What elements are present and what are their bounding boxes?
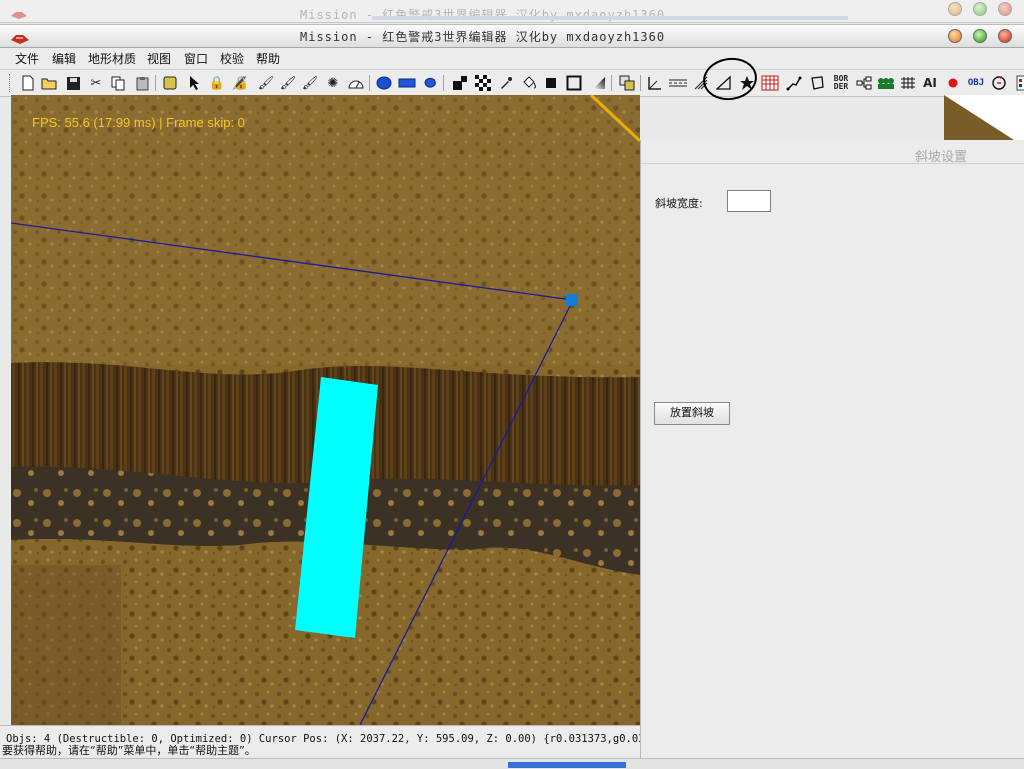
menu-terrain-material[interactable]: 地形材质 bbox=[86, 50, 138, 67]
refresh-icon[interactable] bbox=[989, 73, 1009, 93]
menu-validate[interactable]: 校验 bbox=[218, 50, 246, 67]
brush-check-icon[interactable]: 🖌 bbox=[300, 73, 320, 93]
background-window-titlebar: Mission - 红色警戒3世界编辑器 汉化by mxdaoyzh1360 bbox=[0, 0, 1024, 23]
terrain-viewport[interactable]: FPS: 55.6 (17.99 ms) | Frame skip: 0 bbox=[11, 95, 640, 725]
fill-bucket-icon[interactable] bbox=[519, 73, 539, 93]
toolbar-separator bbox=[611, 75, 612, 91]
menu-help[interactable]: 帮助 bbox=[254, 50, 282, 67]
road-icon[interactable] bbox=[668, 73, 688, 93]
minimize-icon[interactable] bbox=[948, 29, 962, 43]
viewport-corner bbox=[944, 95, 1024, 140]
crowd-icon[interactable] bbox=[876, 73, 896, 93]
select-arrow-icon[interactable] bbox=[185, 73, 205, 93]
toolbar-grip[interactable] bbox=[9, 74, 13, 92]
open-folder-icon[interactable] bbox=[40, 73, 60, 93]
background-minimize-icon bbox=[948, 2, 962, 16]
brush-plus-icon[interactable]: 🖌 bbox=[278, 73, 298, 93]
gauge-icon[interactable] bbox=[346, 73, 366, 93]
copy-icon[interactable] bbox=[108, 73, 128, 93]
polygon-icon[interactable] bbox=[807, 73, 827, 93]
gradient-icon[interactable] bbox=[589, 73, 609, 93]
menu-edit[interactable]: 编辑 bbox=[50, 50, 78, 67]
background-window-title: Mission - 红色警戒3世界编辑器 汉化by mxdaoyzh1360 bbox=[300, 8, 666, 22]
panel-title: 斜坡设置 bbox=[914, 150, 967, 165]
grid-icon[interactable] bbox=[898, 73, 918, 93]
background-close-icon bbox=[998, 2, 1012, 16]
background-maximize-icon bbox=[973, 2, 987, 16]
outline-square-icon[interactable] bbox=[564, 73, 584, 93]
maximize-icon[interactable] bbox=[973, 29, 987, 43]
border-label[interactable]: BOR DER bbox=[830, 73, 852, 93]
help-line: 要获得帮助，请在“帮助”菜单中，单击“帮助主题”。 bbox=[0, 742, 640, 756]
ramp-width-label: 斜坡宽度: bbox=[655, 197, 703, 210]
new-file-icon[interactable] bbox=[18, 73, 38, 93]
axis-icon[interactable] bbox=[645, 73, 665, 93]
menubar: 文件 编辑 地形材质 视图 窗口 校验 帮助 bbox=[0, 48, 1024, 68]
red-dot-icon[interactable] bbox=[943, 73, 963, 93]
lock-multi-icon[interactable]: 🔏 bbox=[230, 73, 250, 93]
menu-window[interactable]: 窗口 bbox=[182, 50, 210, 67]
background-window-stripe bbox=[372, 16, 848, 20]
lock-icon[interactable]: 🔒 bbox=[207, 73, 227, 93]
palette-icon[interactable] bbox=[1012, 73, 1024, 93]
paste-icon[interactable] bbox=[132, 73, 152, 93]
menu-file[interactable]: 文件 bbox=[13, 50, 41, 67]
copy-layers-icon[interactable] bbox=[617, 73, 637, 93]
water-blob-icon[interactable] bbox=[420, 73, 440, 93]
terrain-scene bbox=[11, 95, 640, 725]
brush-icon[interactable]: 🖌 bbox=[256, 73, 276, 93]
ramp-width-input[interactable] bbox=[727, 190, 771, 212]
toolbar-separator bbox=[369, 75, 370, 91]
save-icon[interactable] bbox=[63, 73, 83, 93]
place-ramp-button[interactable]: 放置斜坡 bbox=[654, 402, 730, 425]
small-black-square-icon[interactable] bbox=[541, 73, 561, 93]
fence-icon[interactable] bbox=[760, 73, 780, 93]
water-rect-icon[interactable] bbox=[397, 73, 417, 93]
panel-title-bar[interactable]: 斜坡设置 bbox=[641, 143, 1024, 165]
titlebar[interactable]: Mission - 红色警戒3世界编辑器 汉化by mxdaoyzh1360 bbox=[0, 24, 1024, 48]
waypoint-icon[interactable] bbox=[784, 73, 804, 93]
app-icon bbox=[10, 5, 28, 19]
close-icon[interactable] bbox=[998, 29, 1012, 43]
checker-icon[interactable] bbox=[473, 73, 493, 93]
water-icon[interactable] bbox=[374, 73, 394, 93]
app-icon[interactable] bbox=[10, 30, 30, 44]
taskbar-active-item[interactable] bbox=[508, 762, 626, 768]
object-list-icon[interactable] bbox=[160, 73, 180, 93]
ramp-settings-panel: 斜坡设置 斜坡宽度: 放置斜坡 bbox=[640, 140, 1024, 768]
menu-view[interactable]: 视图 bbox=[145, 50, 173, 67]
toolbar-separator bbox=[155, 75, 156, 91]
window-title: Mission - 红色警戒3世界编辑器 汉化by mxdaoyzh1360 bbox=[300, 30, 666, 44]
cut-icon[interactable]: ✂ bbox=[86, 73, 106, 93]
toolbar: ✂ 🔒 🔏 🖌 🖌 🖌 ✺ BOR DER AI OBJ bbox=[0, 69, 1024, 97]
eyedropper-icon[interactable] bbox=[496, 73, 516, 93]
toolbar-separator bbox=[640, 75, 641, 91]
obj-label[interactable]: OBJ bbox=[966, 73, 986, 93]
explosion-icon[interactable]: ✺ bbox=[323, 73, 343, 93]
black-square-icon[interactable] bbox=[450, 73, 470, 93]
ai-label[interactable]: AI bbox=[920, 73, 940, 93]
network-icon[interactable] bbox=[854, 73, 874, 93]
toolbar-separator bbox=[443, 75, 444, 91]
fps-counter: FPS: 55.6 (17.99 ms) | Frame skip: 0 bbox=[32, 115, 245, 130]
help-hint: 要获得帮助，请在“帮助”菜单中，单击“帮助主题”。 bbox=[2, 744, 256, 756]
